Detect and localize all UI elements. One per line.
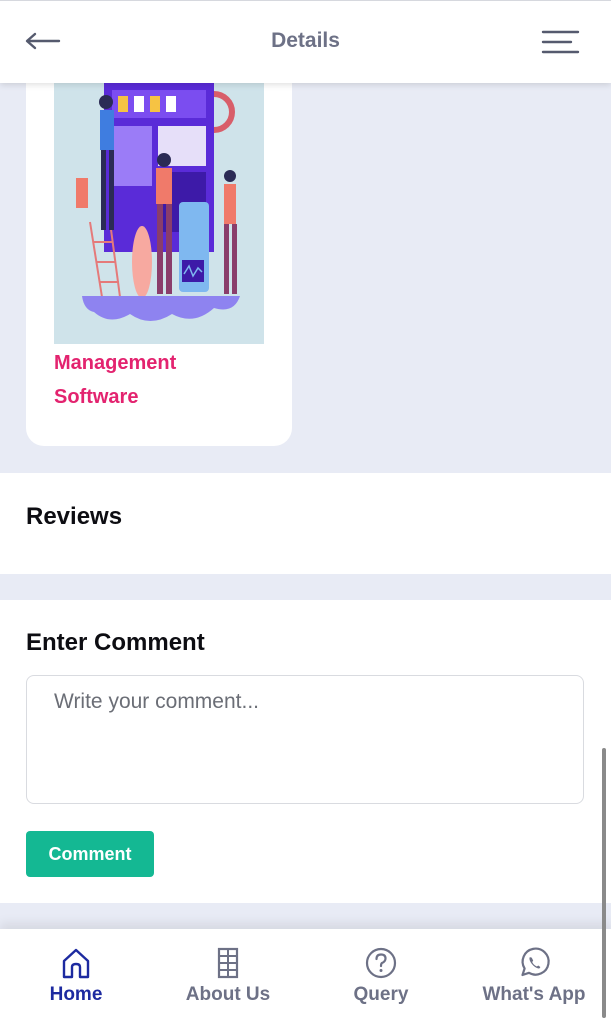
whatsapp-icon [521,947,550,977]
reviews-heading: Reviews [26,503,123,530]
nav-item-whatsapp[interactable]: What's App [458,929,610,1024]
nav-label-home: Home [49,984,103,1005]
comment-submit-button[interactable]: Comment [26,831,154,877]
product-title: Management Software [54,346,274,414]
building-icon [217,947,239,979]
bottom-nav: Home About Us Query What's App [0,929,611,1024]
reviews-section: Reviews [0,473,611,574]
comment-section: Enter Comment Comment [0,600,611,903]
comment-heading: Enter Comment [26,629,205,656]
app-header: Details [0,0,611,83]
nav-item-query[interactable]: Query [305,929,457,1024]
hamburger-menu-icon [541,30,580,54]
product-illustration [54,82,264,344]
scrollbar[interactable] [602,748,606,1018]
product-title-line2: Software [54,386,139,408]
product-title-line1: Management [54,352,177,374]
page-title: Details [271,29,340,52]
home-icon [62,948,90,979]
menu-button[interactable] [541,29,581,57]
nav-item-home[interactable]: Home [0,929,152,1024]
nav-label-whatsapp: What's App [482,984,586,1005]
nav-label-query: Query [353,984,409,1005]
comment-textarea[interactable] [26,675,584,804]
nav-item-about-us[interactable]: About Us [152,929,304,1024]
nav-label-about-us: About Us [185,984,271,1005]
product-card[interactable]: Management Software [26,60,292,446]
question-icon [365,947,397,979]
